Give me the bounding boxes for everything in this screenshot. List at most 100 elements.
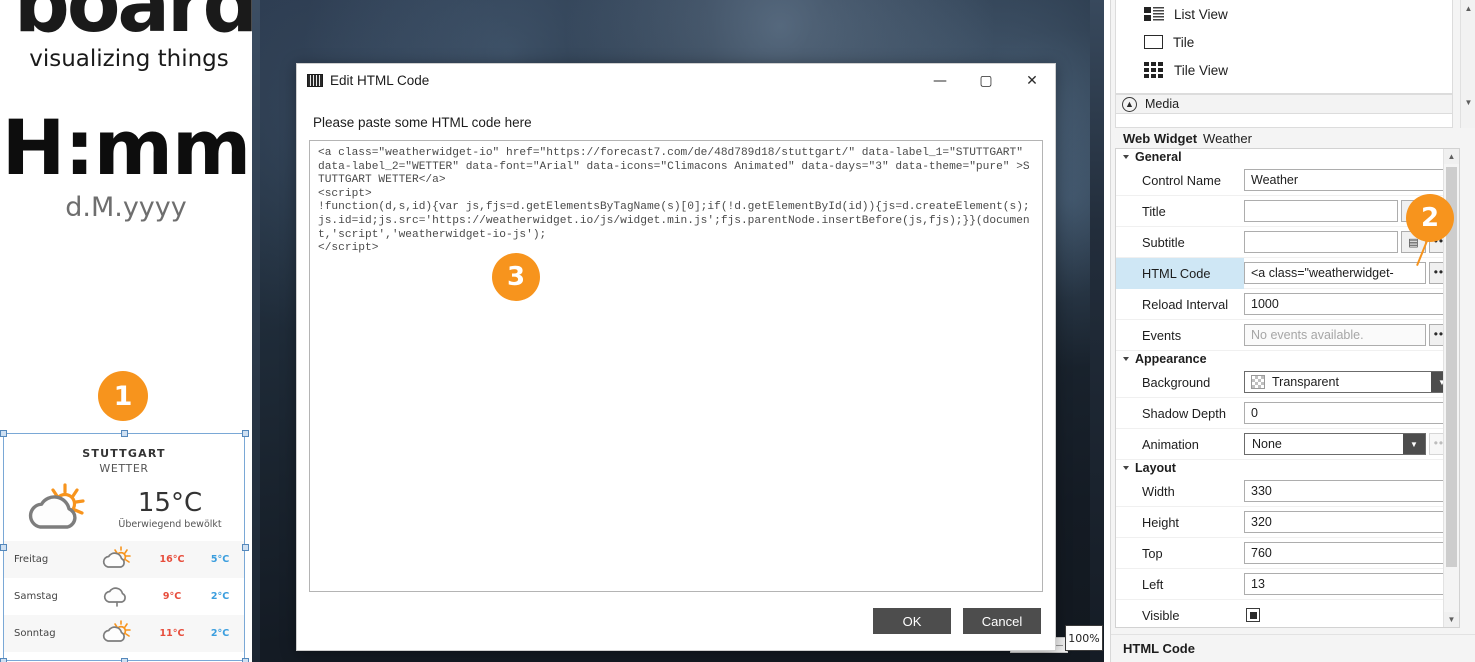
toolbox-item-label: List View: [1174, 6, 1228, 22]
maximize-icon[interactable]: ▢: [963, 64, 1009, 97]
forecast-low: 2°C: [210, 591, 230, 602]
property-row-control-name[interactable]: Control Name Weather: [1116, 165, 1459, 196]
tile-icon: [1144, 35, 1163, 49]
annotation-badge-1: 1: [98, 371, 148, 421]
tile-view-icon: [1144, 62, 1164, 78]
property-group-appearance[interactable]: Appearance: [1116, 351, 1459, 367]
clock-time-format: H:mm: [1, 103, 251, 192]
property-label: Events: [1142, 327, 1182, 343]
sun-cloud-icon: [86, 546, 148, 573]
canvas-right-edge: [1090, 0, 1104, 662]
transparent-swatch-icon: [1251, 375, 1265, 389]
html-code-textarea[interactable]: <a class="weatherwidget-io" href="https:…: [309, 140, 1043, 592]
property-row-subtitle[interactable]: Subtitle ▤ •••: [1116, 227, 1459, 258]
toolbox-item-tile-view[interactable]: Tile View: [1116, 56, 1452, 84]
sun-cloud-icon: [12, 481, 108, 537]
background-combobox[interactable]: Transparent ▼: [1244, 371, 1454, 393]
minimize-icon[interactable]: —: [917, 64, 963, 97]
window-buttons: — ▢ ✕: [917, 64, 1055, 97]
cancel-button[interactable]: Cancel: [963, 608, 1041, 634]
visible-checkbox[interactable]: [1246, 608, 1260, 622]
toolbox-item-label: Tile: [1173, 34, 1195, 50]
property-label: Control Name: [1142, 172, 1221, 188]
resize-handle-ne[interactable]: [242, 430, 249, 437]
property-row-html-code[interactable]: HTML Code <a class="weatherwidget- •••: [1116, 257, 1459, 289]
height-input[interactable]: 320: [1244, 511, 1454, 533]
property-row-events[interactable]: Events No events available. •••: [1116, 320, 1459, 351]
forecast-day: Freitag: [14, 554, 49, 565]
scroll-down-icon[interactable]: ▼: [1444, 612, 1459, 627]
width-input[interactable]: 330: [1244, 480, 1454, 502]
clock-widget[interactable]: H:mm d.M.yyyy: [0, 108, 252, 223]
property-row-animation[interactable]: Animation None ▼ •••: [1116, 429, 1459, 460]
dialog-titlebar[interactable]: Edit HTML Code — ▢ ✕: [297, 64, 1055, 97]
background-value: Transparent: [1272, 375, 1339, 389]
property-row-shadow-depth[interactable]: Shadow Depth 0: [1116, 398, 1459, 429]
title-input[interactable]: [1244, 200, 1398, 222]
resize-handle-e[interactable]: [242, 544, 249, 551]
scroll-up-icon[interactable]: ▲: [1444, 149, 1459, 164]
close-icon[interactable]: ✕: [1009, 64, 1055, 97]
resize-handle-s[interactable]: [121, 658, 128, 662]
forecast-low: 2°C: [210, 628, 230, 639]
scroll-down-icon[interactable]: ▼: [1461, 94, 1475, 111]
property-label: Shadow Depth: [1142, 405, 1226, 421]
events-input[interactable]: No events available.: [1244, 324, 1426, 346]
dialog-title: Edit HTML Code: [330, 73, 430, 88]
ok-button[interactable]: OK: [873, 608, 951, 634]
weather-city: STUTTGART: [82, 447, 166, 460]
weather-forecast-row: Freitag 16°C 5°C: [4, 541, 244, 578]
property-label: Height: [1142, 514, 1179, 530]
zoom-percentage[interactable]: 100%: [1065, 625, 1103, 651]
toolbox-item-list-view[interactable]: List View: [1116, 0, 1452, 28]
shadow-depth-input[interactable]: 0: [1244, 402, 1454, 424]
control-name-input[interactable]: Weather: [1244, 169, 1454, 191]
property-group-label: Appearance: [1135, 352, 1207, 366]
edit-html-code-dialog[interactable]: Edit HTML Code — ▢ ✕ Please paste some H…: [296, 63, 1056, 651]
resize-handle-se[interactable]: [242, 658, 249, 662]
property-row-background[interactable]: Background Transparent ▼: [1116, 367, 1459, 398]
property-group-layout[interactable]: Layout: [1116, 460, 1459, 476]
animation-value: None: [1252, 437, 1282, 451]
toolbox-group-label: Media: [1145, 97, 1180, 111]
dialog-prompt-label: Please paste some HTML code here: [313, 115, 532, 130]
sun-cloud-icon: [86, 620, 148, 647]
chevron-down-icon[interactable]: ▼: [1403, 434, 1425, 454]
property-widget-type: Web Widget: [1123, 130, 1198, 146]
property-footer-label: HTML Code: [1111, 634, 1475, 662]
property-row-width[interactable]: Width 330: [1116, 476, 1459, 507]
list-view-icon: [1144, 6, 1164, 22]
resize-handle-w[interactable]: [0, 544, 7, 551]
weather-widget[interactable]: STUTTGART WETTER 15°C Überwiegend bewölk…: [4, 434, 244, 660]
reload-interval-input[interactable]: 1000: [1244, 293, 1454, 315]
top-input[interactable]: 760: [1244, 542, 1454, 564]
toolbox-item-tile[interactable]: Tile: [1116, 28, 1452, 56]
property-row-reload-interval[interactable]: Reload Interval 1000: [1116, 289, 1459, 320]
subtitle-input[interactable]: [1244, 231, 1398, 253]
property-row-top[interactable]: Top 760: [1116, 538, 1459, 569]
property-group-general[interactable]: General: [1116, 149, 1459, 165]
property-row-height[interactable]: Height 320: [1116, 507, 1459, 538]
forecast-high: 11°C: [159, 628, 185, 639]
toolbox-empty-area: [1115, 114, 1453, 128]
toolbox-scrollbar[interactable]: ▲ ▼: [1460, 0, 1475, 128]
property-row-visible[interactable]: Visible: [1116, 600, 1459, 627]
property-label: Width: [1142, 483, 1175, 499]
toolbox-group-media[interactable]: ▲ Media: [1115, 94, 1453, 114]
design-surface-left[interactable]: board visualizing things H:mm d.M.yyyy S…: [0, 0, 252, 662]
html-code-input[interactable]: <a class="weatherwidget-: [1244, 262, 1426, 284]
property-label: Background: [1142, 374, 1211, 390]
property-row-left[interactable]: Left 13: [1116, 569, 1459, 600]
resize-handle-sw[interactable]: [0, 658, 7, 662]
weather-current-conditions: 15°C Überwiegend bewölkt: [4, 475, 244, 541]
resize-handle-n[interactable]: [121, 430, 128, 437]
forecast-day: Samstag: [14, 591, 58, 602]
resize-handle-nw[interactable]: [0, 430, 7, 437]
toolbox-list[interactable]: List View Tile Tile View: [1115, 0, 1453, 94]
animation-combobox[interactable]: None ▼: [1244, 433, 1426, 455]
scroll-up-icon[interactable]: ▲: [1461, 0, 1475, 17]
weather-widget-selection[interactable]: STUTTGART WETTER 15°C Überwiegend bewölk…: [0, 430, 249, 662]
dialog-footer: OK Cancel: [297, 592, 1055, 650]
chevron-down-icon: [1123, 466, 1129, 470]
left-input[interactable]: 13: [1244, 573, 1454, 595]
